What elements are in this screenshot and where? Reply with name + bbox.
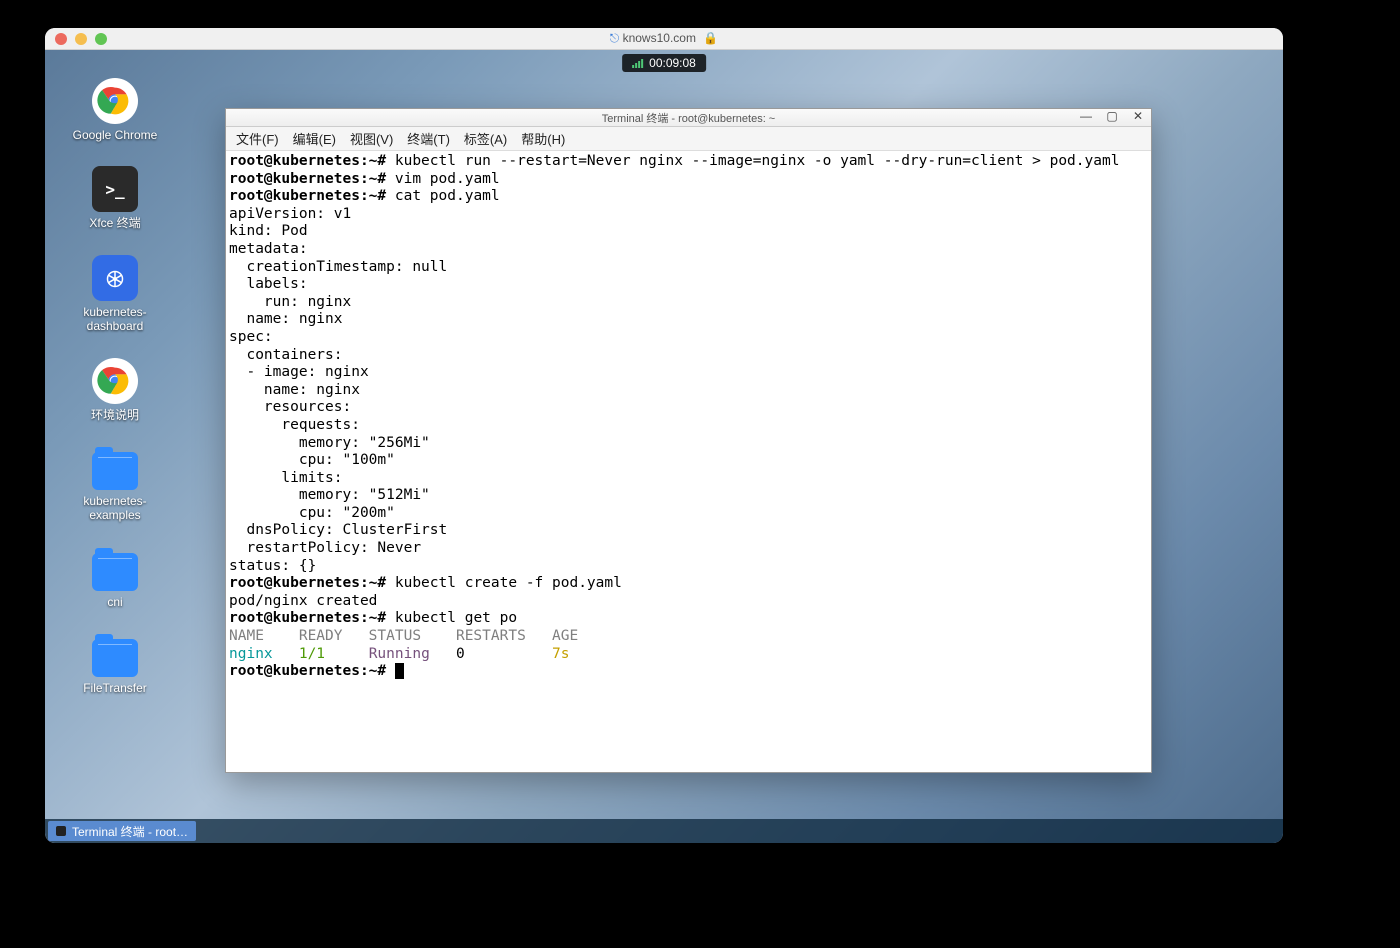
terminal-titlebar[interactable]: Terminal 终端 - root@kubernetes: ~ — ▢ ✕ [226,109,1151,127]
menu-item[interactable]: 帮助(H) [521,129,565,148]
desktop-icon-label: cni [107,595,122,609]
menu-item[interactable]: 视图(V) [350,129,393,148]
folder-icon [92,639,138,677]
zoom-icon[interactable] [95,33,107,45]
desktop-icon-google-chrome[interactable]: Google Chrome [55,78,175,142]
minimize-icon[interactable] [75,33,87,45]
browser-window: ⎋ knows10.com 🔒 00:09:08 Google Chrome Xf… [45,28,1283,843]
menu-item[interactable]: 编辑(E) [293,129,336,148]
folder-icon [92,452,138,490]
desktop-icon-filetransfer[interactable]: FileTransfer [55,633,175,695]
url-text: knows10.com [623,31,696,45]
terminal-body[interactable]: root@kubernetes:~# kubectl run --restart… [226,151,1151,772]
maximize-button[interactable]: ▢ [1105,109,1119,123]
desktop-icon-label: kubernetes-examples [63,494,168,523]
lock-icon: 🔒 [703,31,718,45]
close-button[interactable]: ✕ [1131,109,1145,123]
desktop-icon-cni[interactable]: cni [55,547,175,609]
taskbar-item-label: Terminal 终端 - root… [72,823,188,840]
remote-desktop[interactable]: 00:09:08 Google Chrome Xfce 终端 kubernetes-… [45,50,1283,843]
menu-item[interactable]: 文件(F) [236,129,279,148]
terminal-window-controls: — ▢ ✕ [1079,109,1145,123]
desktop-icon-label: Xfce 终端 [89,216,140,230]
site-icon: ⎋ [610,31,620,45]
desktop-icon-kubernetes-examples[interactable]: kubernetes-examples [55,446,175,523]
minimize-button[interactable]: — [1079,109,1093,123]
term-icon [92,166,138,212]
browser-titlebar: ⎋ knows10.com 🔒 [45,28,1283,50]
desktop-icon-xfce-[interactable]: Xfce 终端 [55,166,175,230]
desktop-icon-kubernetes-dashboard[interactable]: kubernetes-dashboard [55,255,175,334]
menu-item[interactable]: 终端(T) [407,129,450,148]
k8s-icon [92,255,138,301]
terminal-menubar[interactable]: 文件(F) 编辑(E) 视图(V) 终端(T) 标签(A) 帮助(H) [226,127,1151,151]
desktop-icon-label: Google Chrome [73,128,158,142]
taskbar-item-terminal[interactable]: Terminal 终端 - root… [48,821,196,841]
signal-icon [632,58,643,68]
terminal-window[interactable]: Terminal 终端 - root@kubernetes: ~ — ▢ ✕ 文… [225,108,1152,773]
taskbar[interactable]: Terminal 终端 - root… [45,819,1283,843]
timer-value: 00:09:08 [649,56,696,70]
url-display: ⎋ knows10.com 🔒 [45,31,1283,46]
desktop-icon-label: kubernetes-dashboard [63,305,168,334]
menu-item[interactable]: 标签(A) [464,129,507,148]
chrome-icon [92,358,138,404]
terminal-title: Terminal 终端 - root@kubernetes: ~ [602,110,775,126]
desktop-icon-label: FileTransfer [83,681,147,695]
chrome-icon [92,78,138,124]
desktop-icon-label: 环境说明 [91,408,139,422]
desktop-icons: Google Chrome Xfce 终端 kubernetes-dashboard… [55,78,175,720]
desktop-icon--[interactable]: 环境说明 [55,358,175,422]
close-icon[interactable] [55,33,67,45]
folder-icon [92,553,138,591]
session-timer: 00:09:08 [622,54,706,72]
window-controls [55,33,107,45]
taskbar-app-icon [56,826,66,836]
